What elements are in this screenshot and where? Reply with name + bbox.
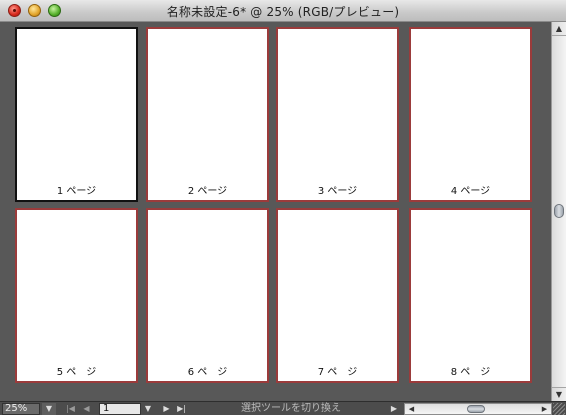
next-page-icon[interactable]: ▶ <box>160 403 173 415</box>
title-bar[interactable]: 名称未設定-6* @ 25% (RGB/プレビュー) <box>0 0 566 22</box>
scroll-down-icon[interactable]: ▼ <box>552 387 566 401</box>
horizontal-scroll-thumb[interactable] <box>467 405 485 413</box>
page-label: 3 ページ <box>317 186 358 197</box>
scroll-right-icon[interactable]: ▶ <box>539 404 550 414</box>
window-title: 名称未設定-6* @ 25% (RGB/プレビュー) <box>166 5 400 19</box>
resize-grip-icon[interactable] <box>553 403 565 415</box>
last-page-icon[interactable]: ▶| <box>175 403 188 415</box>
page-number-field[interactable]: 1 <box>99 403 141 415</box>
horizontal-scrollbar[interactable]: ◀ ▶ <box>404 403 552 415</box>
page-label: 4 ページ <box>450 186 491 197</box>
status-menu-icon[interactable]: ▶ <box>388 403 400 415</box>
status-bar: 25% ▼ |◀ ◀ 1 ▼ ▶ ▶| 選択ツールを切り換え ▶ ◀ ▶ <box>0 401 566 415</box>
page-label: 1 ページ <box>56 186 97 197</box>
first-page-icon[interactable]: |◀ <box>64 403 77 415</box>
page-label: 8 ペ ジ <box>450 367 491 378</box>
vertical-scroll-thumb[interactable] <box>554 204 564 218</box>
page-label: 5 ペ ジ <box>56 367 97 378</box>
page-thumbnail-1[interactable]: 1 ページ <box>15 27 138 202</box>
zoom-level-field[interactable]: 25% <box>2 403 40 415</box>
page-thumbnail-6[interactable]: 6 ペ ジ <box>146 208 269 383</box>
status-message: 選択ツールを切り換え <box>241 403 341 414</box>
page-label: 6 ペ ジ <box>187 367 228 378</box>
page-dropdown-icon[interactable]: ▼ <box>142 403 154 415</box>
page-thumbnail-8[interactable]: 8 ペ ジ <box>409 208 532 383</box>
zoom-dropdown-icon[interactable]: ▼ <box>42 403 56 415</box>
page-thumbnail-2[interactable]: 2 ページ <box>146 27 269 202</box>
scroll-left-icon[interactable]: ◀ <box>406 404 417 414</box>
vertical-scrollbar[interactable]: ▲ ▼ <box>551 22 566 401</box>
document-window: 名称未設定-6* @ 25% (RGB/プレビュー) 1 ページ 2 ページ 3… <box>0 0 566 415</box>
page-label: 2 ページ <box>187 186 228 197</box>
page-thumbnail-3[interactable]: 3 ページ <box>276 27 399 202</box>
page-thumbnail-4[interactable]: 4 ページ <box>409 27 532 202</box>
artboard-canvas[interactable]: 1 ページ 2 ページ 3 ページ 4 ページ 5 ペ ジ 6 ペ ジ 7 ペ … <box>0 22 551 401</box>
page-thumbnail-5[interactable]: 5 ペ ジ <box>15 208 138 383</box>
scroll-up-icon[interactable]: ▲ <box>552 22 566 36</box>
page-thumbnail-7[interactable]: 7 ペ ジ <box>276 208 399 383</box>
page-label: 7 ペ ジ <box>317 367 358 378</box>
previous-page-icon[interactable]: ◀ <box>80 403 93 415</box>
